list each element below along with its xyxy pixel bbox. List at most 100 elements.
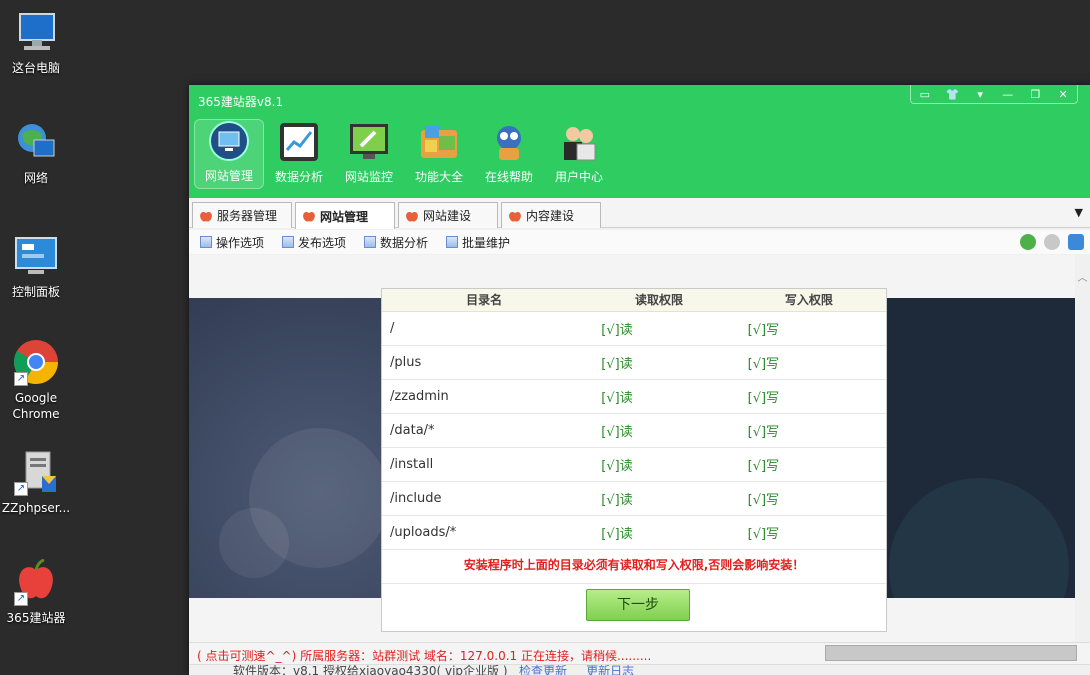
subbar-label: 操作选项 [216, 235, 265, 250]
toolbar-data-analysis[interactable]: 数据分析 [264, 119, 334, 189]
apple-icon: ↗ [12, 558, 60, 606]
toolbar-label: 在线帮助 [484, 170, 533, 184]
read-permission-cell: [√]读 [586, 481, 732, 516]
tab-server-management[interactable]: 服务器管理 [192, 202, 292, 228]
subbar-label: 发布选项 [298, 235, 347, 250]
users-icon [559, 122, 599, 162]
window-header: 365建站器v8.1 ▭ 👕 ▾ — ❐ ✕ 网站管理 数据分析 网站监控 功能… [189, 85, 1090, 198]
tab-bar: 服务器管理 网站管理 网站建设 内容建设 ▼ [189, 198, 1090, 229]
skin-icon[interactable]: 👕 [941, 88, 963, 101]
toolbar-label: 数据分析 [274, 170, 323, 184]
tab-content-building[interactable]: 内容建设 [501, 202, 601, 228]
desktop-icon-label: 365建站器 [6, 611, 66, 625]
table-row: /include [√]读 [√]写 [382, 481, 886, 516]
directory-cell: /zzadmin [382, 379, 587, 414]
back-icon[interactable] [1020, 234, 1036, 250]
shortcut-arrow-icon: ↗ [14, 592, 28, 606]
tab-dropdown-icon[interactable]: ▼ [1075, 206, 1083, 219]
toolbar-online-help[interactable]: 在线帮助 [474, 119, 544, 189]
read-permission-cell: [√]读 [586, 311, 732, 346]
tab-label: 内容建设 [526, 209, 575, 223]
tab-website-building[interactable]: 网站建设 [398, 202, 498, 228]
forward-icon[interactable] [1044, 234, 1060, 250]
desktop-icon-network[interactable]: 网络 [0, 118, 72, 186]
desktop-icon-chrome[interactable]: ↗ Google Chrome [0, 338, 72, 422]
desktop-icon-this-pc[interactable]: 这台电脑 [0, 8, 72, 76]
check-update-link[interactable]: 检查更新 [519, 665, 567, 675]
tab-website-management[interactable]: 网站管理 [295, 202, 395, 229]
close-button[interactable]: ✕ [1052, 88, 1074, 101]
computer-icon [12, 8, 60, 56]
toolbox-icon [419, 122, 459, 162]
toolbar-user-center[interactable]: 用户中心 [544, 119, 614, 189]
toolbar-label: 功能大全 [414, 170, 463, 184]
version-bar: 软件版本：v8.1 授权给xiaoyao4330( vip企业版 ) 检查更新 … [189, 664, 1090, 675]
read-permission-cell: [√]读 [586, 413, 732, 448]
write-permission-cell: [√]写 [731, 447, 886, 482]
table-row: /uploads/* [√]读 [√]写 [382, 515, 886, 550]
read-permission-cell: [√]读 [586, 345, 732, 380]
feedback-icon[interactable]: ▭ [914, 88, 936, 101]
update-log-link[interactable]: 更新日志 [586, 665, 634, 675]
apple-icon [406, 211, 418, 222]
nav-buttons [1020, 234, 1084, 250]
vertical-scrollbar[interactable]: ︿ [1075, 255, 1090, 642]
subbar-operation-options[interactable]: 操作选项 [200, 234, 264, 251]
permission-table: 目录名 读取权限 写入权限 / [√]读 [√]写 /plus [√]读 [√]… [382, 289, 886, 550]
sub-toolbar: 操作选项 发布选项 数据分析 批量维护 [189, 230, 1090, 254]
apple-icon [303, 211, 315, 222]
table-header-row: 目录名 读取权限 写入权限 [382, 289, 886, 312]
toolbar-website-management[interactable]: 网站管理 [194, 119, 264, 189]
subbar-label: 批量维护 [462, 235, 511, 250]
refresh-icon[interactable] [1068, 234, 1084, 250]
directory-cell: / [382, 311, 587, 346]
chrome-icon: ↗ [12, 338, 60, 386]
status-message[interactable]: ( 点击可测速^_^) 所属服务器：站群测试 域名：127.0.0.1 正在连接… [197, 647, 651, 664]
toolbar-website-monitor[interactable]: 网站监控 [334, 119, 404, 189]
header-write: 写入权限 [731, 289, 886, 312]
table-row: / [√]读 [√]写 [382, 311, 886, 346]
read-permission-cell: [√]读 [586, 447, 732, 482]
apple-icon [200, 211, 212, 222]
list-icon [364, 236, 377, 248]
header-directory: 目录名 [382, 289, 587, 312]
scroll-up-icon[interactable]: ︿ [1075, 269, 1090, 284]
write-permission-cell: [√]写 [731, 379, 886, 414]
next-step-button[interactable]: 下一步 [586, 589, 690, 621]
minimize-button[interactable]: — [997, 88, 1019, 101]
table-row: /install [√]读 [√]写 [382, 447, 886, 482]
tab-label: 服务器管理 [217, 209, 278, 223]
desktop-icon-zzphpserver[interactable]: ↗ ZZphpser... [0, 448, 72, 516]
monitor-icon [209, 121, 249, 161]
toolbar-label: 网站管理 [204, 169, 253, 183]
desktop-icon-control-panel[interactable]: 控制面板 [0, 232, 72, 300]
table-row: /zzadmin [√]读 [√]写 [382, 379, 886, 414]
directory-cell: /plus [382, 345, 587, 380]
menu-dropdown-icon[interactable]: ▾ [969, 88, 991, 101]
list-icon [200, 236, 212, 248]
write-permission-cell: [√]写 [731, 413, 886, 448]
permission-warning: 安装程序时上面的目录必须有读取和写入权限,否则会影响安装！ [382, 550, 886, 584]
header-read: 读取权限 [586, 289, 732, 312]
subbar-label: 数据分析 [380, 235, 429, 250]
shortcut-arrow-icon: ↗ [14, 482, 28, 496]
network-icon [12, 118, 60, 166]
list-icon [282, 236, 295, 248]
directory-cell: /include [382, 481, 587, 516]
subbar-publish-options[interactable]: 发布选项 [282, 234, 346, 251]
version-info: 软件版本：v8.1 授权给xiaoyao4330( vip企业版 ) 检查更新 … [233, 665, 634, 675]
toolbar-label: 网站监控 [344, 170, 393, 184]
restore-button[interactable]: ❐ [1024, 88, 1046, 101]
main-toolbar: 网站管理 数据分析 网站监控 功能大全 在线帮助 用户中心 [194, 119, 614, 189]
directory-cell: /uploads/* [382, 515, 587, 550]
toolbar-label: 用户中心 [554, 170, 603, 184]
subbar-data-analysis[interactable]: 数据分析 [364, 234, 428, 251]
wrench-icon [349, 122, 389, 162]
read-permission-cell: [√]读 [586, 379, 732, 414]
desktop-icon-365[interactable]: ↗ 365建站器 [0, 558, 72, 626]
robot-icon [489, 122, 529, 162]
table-row: /plus [√]读 [√]写 [382, 345, 886, 380]
list-icon [446, 236, 459, 248]
toolbar-all-features[interactable]: 功能大全 [404, 119, 474, 189]
subbar-batch-maintenance[interactable]: 批量维护 [446, 234, 510, 251]
